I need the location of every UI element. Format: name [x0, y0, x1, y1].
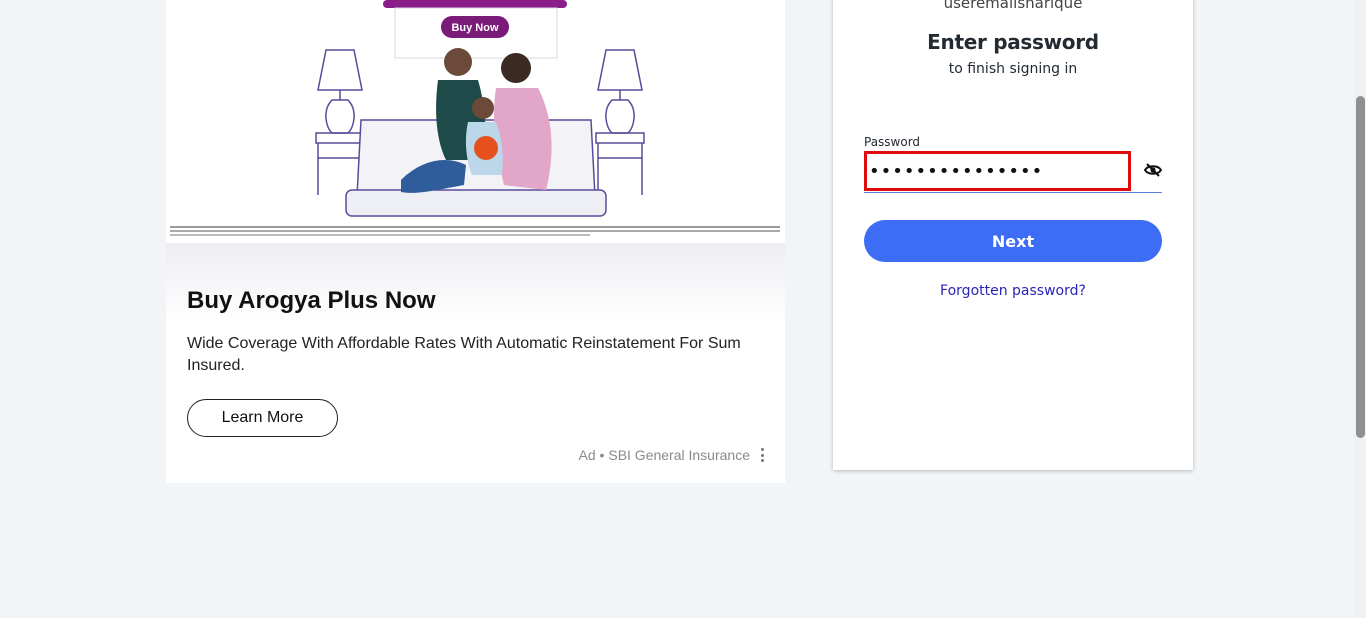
login-panel: useremailsharique Enter password to fini…: [833, 0, 1193, 470]
ad-image-buy-now: Buy Now: [451, 22, 499, 34]
user-email: useremailsharique: [943, 0, 1083, 12]
ad-attribution: Ad • SBI General Insurance: [578, 447, 750, 463]
next-button[interactable]: Next: [864, 220, 1162, 262]
more-vertical-icon[interactable]: [761, 448, 765, 464]
learn-more-button[interactable]: Learn More: [187, 399, 338, 437]
ad-image[interactable]: Buy Now: [166, 0, 785, 243]
password-underline: [864, 192, 1162, 193]
password-field[interactable]: [864, 151, 1131, 191]
ad-description: Wide Coverage With Affordable Rates With…: [187, 335, 741, 374]
page-subtitle: to finish signing in: [948, 61, 1078, 77]
eye-slash-icon[interactable]: [1143, 161, 1163, 179]
page: Buy Now Buy Arogya Plus Now Wide Coverag…: [0, 0, 1366, 618]
forgot-password-link[interactable]: Forgotten password?: [833, 283, 1193, 299]
password-label: Password: [864, 135, 921, 149]
ad-title[interactable]: Buy Arogya Plus Now: [187, 287, 435, 315]
ad-card[interactable]: Buy Now Buy Arogya Plus Now Wide Coverag…: [166, 0, 785, 483]
page-title: Enter password: [927, 30, 1099, 54]
scrollbar-thumb[interactable]: [1356, 96, 1365, 438]
